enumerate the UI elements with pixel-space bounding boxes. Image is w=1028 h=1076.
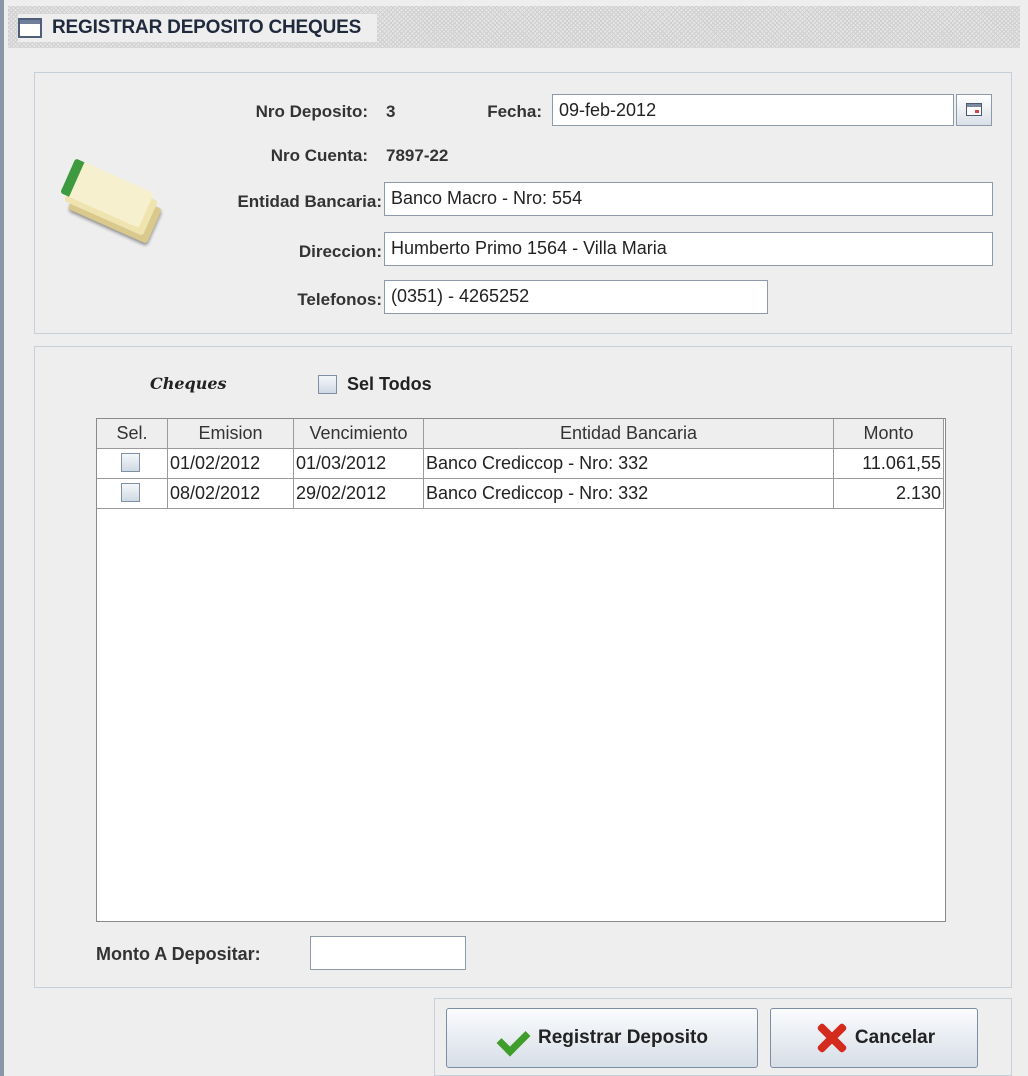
calendar-button[interactable]: [956, 94, 992, 126]
vencimiento-cell: 29/02/2012: [294, 479, 424, 509]
cross-icon: [813, 1021, 849, 1055]
emision-cell: 01/02/2012: [168, 449, 294, 479]
select-all-label[interactable]: Sel Todos: [347, 374, 432, 395]
title-bar[interactable]: REGISTRAR DEPOSITO CHEQUES: [8, 6, 1020, 48]
register-deposit-button[interactable]: Registrar Deposito: [446, 1008, 758, 1068]
cancel-label: Cancelar: [854, 1027, 936, 1048]
entidad-cell: Banco Crediccop - Nro: 332: [424, 479, 834, 509]
emision-cell: 08/02/2012: [168, 479, 294, 509]
cancel-button[interactable]: Cancelar: [770, 1008, 978, 1068]
window-title: REGISTRAR DEPOSITO CHEQUES: [52, 17, 362, 38]
direccion-field[interactable]: Humberto Primo 1564 - Villa Maria: [384, 232, 993, 266]
checkmark-icon: [496, 1025, 530, 1051]
row-checkbox[interactable]: [121, 483, 140, 502]
monto-depositar-label: Monto A Depositar:: [96, 944, 261, 964]
table-row[interactable]: 08/02/2012 29/02/2012 Banco Crediccop - …: [97, 479, 944, 509]
nro-deposito-value: 3: [386, 102, 396, 121]
cheques-icon: [54, 158, 164, 244]
column-header-entidad[interactable]: Entidad Bancaria: [424, 419, 834, 449]
calendar-icon: [966, 103, 982, 116]
register-deposit-label: Registrar Deposito: [538, 1027, 708, 1048]
fecha-field[interactable]: 09-feb-2012: [552, 94, 954, 126]
vencimiento-cell: 01/03/2012: [294, 449, 424, 479]
fecha-label: Fecha:: [487, 102, 542, 121]
cheques-title: Cheques: [150, 374, 227, 393]
monto-depositar-field[interactable]: [310, 936, 466, 970]
telefonos-field[interactable]: (0351) - 4265252: [384, 280, 768, 314]
column-header-sel[interactable]: Sel.: [97, 419, 168, 449]
column-header-monto[interactable]: Monto: [834, 419, 944, 449]
monto-cell: 2.130: [834, 479, 944, 509]
row-checkbox[interactable]: [121, 453, 140, 472]
nro-deposito-label: Nro Deposito:: [255, 102, 368, 121]
cheques-table[interactable]: Sel. Emision Vencimiento Entidad Bancari…: [96, 418, 946, 922]
window-frame: [0, 0, 4, 1076]
telefonos-label: Telefonos:: [297, 290, 382, 309]
select-all-checkbox[interactable]: [318, 375, 337, 394]
window-icon: [18, 18, 42, 38]
entidad-cell: Banco Crediccop - Nro: 332: [424, 449, 834, 479]
table-row[interactable]: 01/02/2012 01/03/2012 Banco Crediccop - …: [97, 449, 944, 479]
monto-cell: 11.061,55: [834, 449, 944, 479]
column-header-emision[interactable]: Emision: [168, 419, 294, 449]
direccion-label: Direccion:: [298, 242, 382, 261]
row-select-cell[interactable]: [97, 449, 168, 479]
row-select-cell[interactable]: [97, 479, 168, 509]
entidad-bancaria-field[interactable]: Banco Macro - Nro: 554: [384, 182, 993, 216]
title-wrap: REGISTRAR DEPOSITO CHEQUES: [18, 14, 378, 42]
column-header-vencimiento[interactable]: Vencimiento: [294, 419, 424, 449]
table-header: Sel. Emision Vencimiento Entidad Bancari…: [97, 419, 944, 449]
nro-cuenta-label: Nro Cuenta:: [270, 146, 368, 165]
nro-cuenta-value: 7897-22: [386, 146, 449, 165]
entidad-bancaria-label: Entidad Bancaria:: [237, 192, 382, 211]
